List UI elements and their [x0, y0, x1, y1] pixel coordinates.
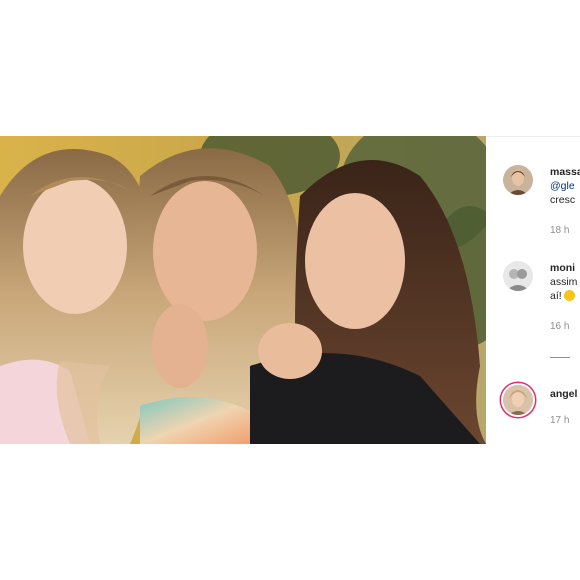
comments-panel: massa @gle cresc 18 h moni assim aí! 16 … [486, 136, 580, 445]
commenter-avatar[interactable] [503, 261, 533, 291]
post-photo-illustration [0, 136, 486, 444]
comment-body-line1: assim [550, 276, 578, 288]
grinning-face-with-sweat-emoji-icon [563, 290, 575, 301]
comment-username[interactable]: massa [550, 166, 580, 178]
avatar-photo-icon [503, 165, 533, 195]
comment-timestamp[interactable]: 18 h [550, 225, 569, 236]
comment-timestamp[interactable]: 17 h [550, 415, 569, 426]
comment-body: cresc [550, 194, 576, 206]
avatar-photo-icon [503, 261, 533, 291]
comment-username[interactable]: moni [550, 262, 575, 274]
post-photo[interactable] [0, 136, 486, 444]
comment-timestamp[interactable]: 16 h [550, 321, 569, 332]
avatar-photo-icon [503, 385, 533, 415]
comment-body-line2: aí! [550, 290, 562, 302]
comment-text: massa @gle cresc [550, 165, 580, 207]
comment-username[interactable]: angel [550, 388, 577, 400]
comment-text: angel [550, 387, 580, 401]
comment-mention-link[interactable]: @gle [550, 180, 575, 192]
commenter-avatar[interactable] [503, 165, 533, 195]
instagram-post: massa @gle cresc 18 h moni assim aí! 16 … [0, 136, 580, 445]
comment-text: moni assim aí! [550, 261, 580, 303]
view-replies-divider[interactable] [550, 357, 570, 358]
commenter-avatar-with-story-ring[interactable] [503, 385, 533, 415]
